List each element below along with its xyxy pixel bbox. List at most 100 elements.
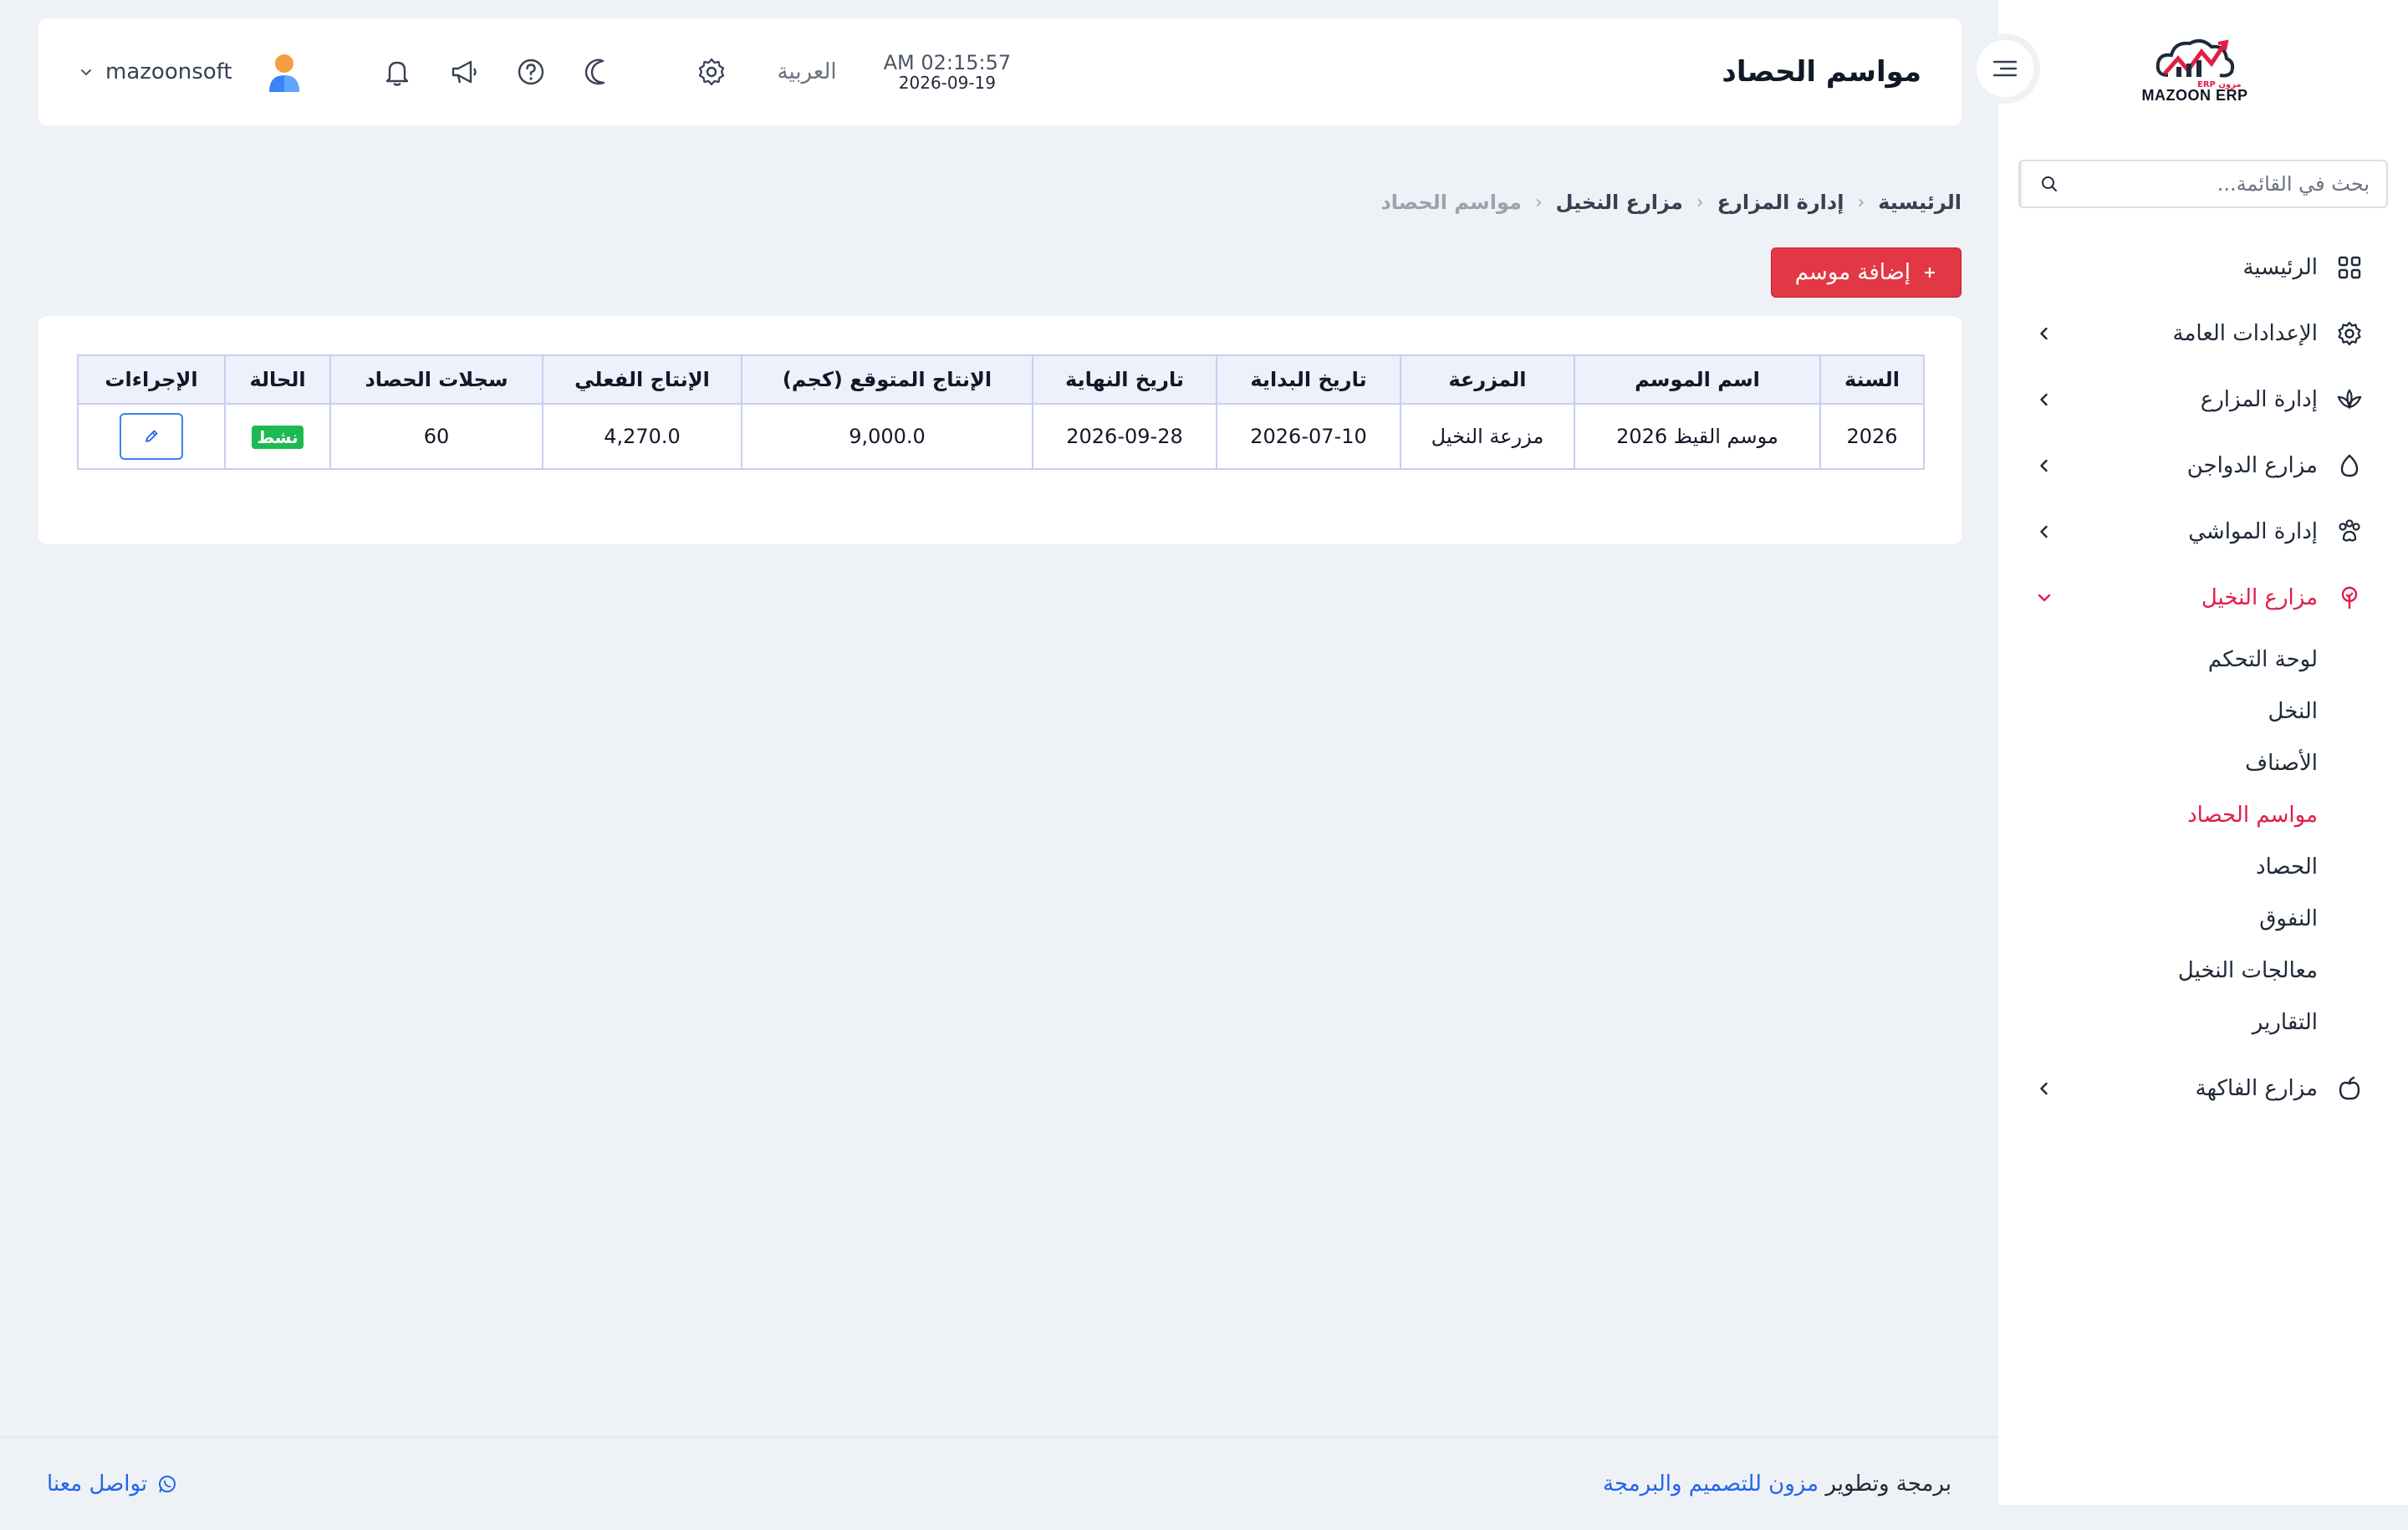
contact-link[interactable]: تواصل معنا [47,1471,177,1497]
sidebar-item-label: مزارع النخيل [2201,584,2318,610]
col-actual-production[interactable]: الإنتاج الفعلي [542,354,742,405]
chevron-left-icon: ‹ [1857,191,1865,213]
plus-icon [1922,265,1937,280]
grid-icon [2334,252,2365,283]
paw-icon [2334,517,2365,547]
cell-year: 2026 [1819,403,1925,470]
cell-harvest-records: 60 [329,403,543,470]
sidebar-menu: الرئيسية الإعدادات العامة إدارة المزارع [1998,234,2408,1121]
chevron-left-icon [2032,453,2057,478]
footer: تواصل معنا برمجة وتطوير مزون للتصميم وال… [0,1436,1998,1530]
table-row: 2026 موسم القيظ 2026 مزرعة النخيل 2026-0… [77,403,1925,470]
sidebar: مزون ERP MAZOON ERP الرئيسية الإعدادات ا… [1998,0,2408,1505]
cell-status: نشط [224,403,331,470]
bell-icon[interactable] [380,54,415,89]
sidebar-item-general-settings[interactable]: الإعدادات العامة [1998,300,2408,366]
seasons-table: السنة اسم الموسم المزرعة تاريخ البداية ت… [77,354,1925,470]
top-header: mazoonsoft العربية AM 02:15:57 2026-09-1… [38,18,1962,125]
chevron-left-icon: ‹ [1534,191,1543,213]
breadcrumb-current: مواسم الحصاد [1380,191,1522,214]
gear-icon [2334,319,2365,349]
submenu-item-dashboard[interactable]: لوحة التحكم [1998,634,2408,686]
chevron-left-icon [2032,387,2057,412]
table-header-row: السنة اسم الموسم المزرعة تاريخ البداية ت… [77,354,1925,405]
cell-actions [77,403,226,470]
col-year[interactable]: السنة [1819,354,1925,405]
egg-icon [2334,451,2365,481]
cell-actual-production: 4,270.0 [542,403,742,470]
search-icon[interactable] [2020,161,2077,207]
col-farm[interactable]: المزرعة [1400,354,1575,405]
col-expected-production[interactable]: الإنتاج المتوقع (كجم) [741,354,1033,405]
palm-farms-submenu: لوحة التحكم النخل الأصناف مواسم الحصاد ا… [1998,630,2408,1055]
sidebar-item-palm-farms[interactable]: مزارع النخيل [1998,564,2408,630]
col-start-date[interactable]: تاريخ البداية [1216,354,1401,405]
sidebar-item-fruit-farms[interactable]: مزارع الفاكهة [1998,1055,2408,1121]
header-icons [380,54,729,89]
sidebar-item-home[interactable]: الرئيسية [1998,234,2408,300]
footer-credit: برمجة وتطوير مزون للتصميم والبرمجة [1603,1471,1951,1497]
chevron-left-icon [2032,519,2057,544]
sidebar-toggle-button[interactable] [1970,33,2040,104]
megaphone-icon[interactable] [446,54,482,89]
contact-label: تواصل معنا [47,1471,148,1497]
sidebar-item-label: مزارع الفاكهة [2195,1075,2318,1101]
breadcrumb: الرئيسية ‹ إدارة المزارع ‹ مزارع النخيل … [1380,191,1962,214]
breadcrumb-farms-management[interactable]: إدارة المزارع [1717,191,1844,214]
moon-icon[interactable] [580,54,615,89]
logo-sub: مزون ERP [2197,80,2242,89]
page-title: مواسم الحصاد [1722,55,1921,89]
chevron-left-icon [2032,321,2057,346]
breadcrumb-palm-farms[interactable]: مزارع النخيل [1556,191,1683,214]
lotus-icon [2334,385,2365,415]
submenu-item-harvest[interactable]: الحصاد [1998,841,2408,893]
credit-prefix: برمجة وتطوير [1825,1471,1951,1497]
col-actions: الإجراءات [77,354,226,405]
sidebar-item-label: الإعدادات العامة [2172,320,2318,346]
clock-date: 2026-09-19 [898,73,996,94]
seasons-table-card: السنة اسم الموسم المزرعة تاريخ البداية ت… [38,316,1962,544]
sidebar-item-label: إدارة المواشي [2188,518,2318,544]
sidebar-search-input[interactable] [2077,161,2386,207]
sidebar-item-label: الرئيسية [2242,254,2318,280]
menu-icon [1991,56,2019,81]
submenu-item-mortality[interactable]: النفوق [1998,893,2408,945]
logo-text: MAZOON ERP [2141,87,2248,104]
col-end-date[interactable]: تاريخ النهاية [1032,354,1217,405]
help-icon[interactable] [513,54,548,89]
sidebar-item-livestock[interactable]: إدارة المواشي [1998,498,2408,564]
submenu-item-palms[interactable]: النخل [1998,686,2408,737]
col-status[interactable]: الحالة [224,354,331,405]
cell-end-date: 2026-09-28 [1032,403,1217,470]
chevron-down-icon [79,64,94,79]
cell-farm: مزرعة النخيل [1400,403,1575,470]
user-name: mazoonsoft [105,59,232,84]
sidebar-item-label: إدارة المزارع [2200,386,2318,412]
add-season-button[interactable]: إضافة موسم [1770,247,1962,298]
user-menu[interactable]: mazoonsoft [79,48,308,95]
submenu-item-reports[interactable]: التقارير [1998,997,2408,1048]
logo[interactable]: مزون ERP MAZOON ERP [2132,33,2258,117]
submenu-item-harvest-seasons[interactable]: مواسم الحصاد [1998,789,2408,841]
settings-icon[interactable] [694,54,729,89]
tree-icon [2334,583,2365,613]
chevron-left-icon: ‹ [1696,191,1704,213]
sidebar-item-farms-management[interactable]: إدارة المزارع [1998,366,2408,432]
credit-link[interactable]: مزون للتصميم والبرمجة [1603,1471,1819,1497]
add-season-label: إضافة موسم [1794,260,1911,285]
submenu-item-varieties[interactable]: الأصناف [1998,737,2408,789]
sidebar-search [2018,160,2388,208]
clock-time: AM 02:15:57 [883,50,1012,74]
sidebar-item-label: مزارع الدواجن [2186,452,2318,478]
language-switch[interactable]: العربية [778,59,837,84]
sidebar-item-poultry-farms[interactable]: مزارع الدواجن [1998,432,2408,498]
col-season-name[interactable]: اسم الموسم [1574,354,1821,405]
col-harvest-records[interactable]: سجلات الحصاد [329,354,543,405]
whatsapp-icon [157,1474,177,1494]
chevron-left-icon [2032,1076,2057,1101]
breadcrumb-home[interactable]: الرئيسية [1878,191,1962,214]
submenu-item-treatments[interactable]: معالجات النخيل [1998,945,2408,997]
cell-season-name: موسم القيظ 2026 [1574,403,1821,470]
cell-expected-production: 9,000.0 [741,403,1033,470]
edit-button[interactable] [120,413,183,460]
